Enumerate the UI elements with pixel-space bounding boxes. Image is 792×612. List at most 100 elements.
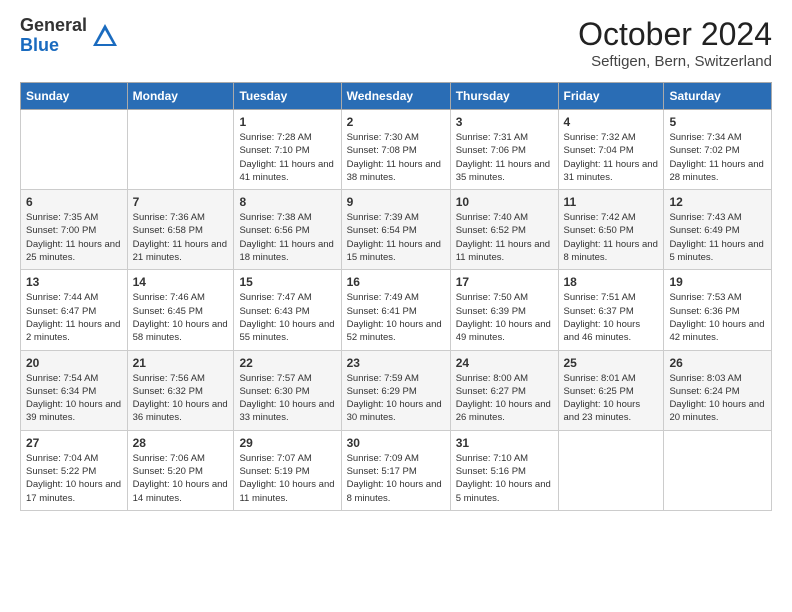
location: Seftigen, Bern, Switzerland: [578, 53, 772, 70]
calendar-page: General Blue October 2024 Seftigen, Bern…: [0, 0, 792, 527]
day-number: 1: [239, 115, 335, 129]
logo: General Blue: [20, 16, 119, 56]
calendar-cell: 29 Sunrise: 7:07 AM Sunset: 5:19 PM Dayli…: [234, 430, 341, 510]
cell-content: Sunrise: 7:28 AM Sunset: 7:10 PM Dayligh…: [239, 131, 335, 184]
day-number: 30: [347, 436, 445, 450]
cell-content: Sunrise: 7:07 AM Sunset: 5:19 PM Dayligh…: [239, 452, 335, 505]
day-number: 19: [669, 275, 766, 289]
day-number: 13: [26, 275, 122, 289]
day-number: 22: [239, 356, 335, 370]
cell-content: Sunrise: 7:59 AM Sunset: 6:29 PM Dayligh…: [347, 372, 445, 425]
col-thursday: Thursday: [450, 83, 558, 110]
cell-content: Sunrise: 7:57 AM Sunset: 6:30 PM Dayligh…: [239, 372, 335, 425]
calendar-cell: 3Sunrise: 7:31 AM Sunset: 7:06 PM Daylig…: [450, 110, 558, 190]
cell-content: Sunrise: 7:50 AM Sunset: 6:39 PM Dayligh…: [456, 291, 553, 344]
calendar-cell: 21Sunrise: 7:56 AM Sunset: 6:32 PM Dayli…: [127, 350, 234, 430]
day-number: 8: [239, 195, 335, 209]
day-number: 7: [133, 195, 229, 209]
day-number: 9: [347, 195, 445, 209]
calendar-cell: 9 Sunrise: 7:39 AM Sunset: 6:54 PM Daylig…: [341, 190, 450, 270]
day-number: 20: [26, 356, 122, 370]
logo-text: General Blue: [20, 16, 87, 56]
calendar-cell: 11 Sunrise: 7:42 AM Sunset: 6:50 PM Dayli…: [558, 190, 664, 270]
week-row-3: 13 Sunrise: 7:44 AM Sunset: 6:47 PM Dayli…: [21, 270, 772, 350]
cell-content: Sunrise: 7:54 AM Sunset: 6:34 PM Dayligh…: [26, 372, 122, 425]
col-sunday: Sunday: [21, 83, 128, 110]
calendar-cell: 10 Sunrise: 7:40 AM Sunset: 6:52 PM Dayli…: [450, 190, 558, 270]
cell-content: Sunrise: 7:40 AM Sunset: 6:52 PM Dayligh…: [456, 211, 553, 264]
calendar-cell: 25Sunrise: 8:01 AM Sunset: 6:25 PM Dayli…: [558, 350, 664, 430]
day-number: 18: [564, 275, 659, 289]
calendar-cell: [21, 110, 128, 190]
calendar-cell: 28Sunrise: 7:06 AM Sunset: 5:20 PM Dayli…: [127, 430, 234, 510]
day-number: 24: [456, 356, 553, 370]
day-number: 26: [669, 356, 766, 370]
day-number: 2: [347, 115, 445, 129]
calendar-cell: 5 Sunrise: 7:34 AM Sunset: 7:02 PM Daylig…: [664, 110, 772, 190]
calendar-cell: 15Sunrise: 7:47 AM Sunset: 6:43 PM Dayli…: [234, 270, 341, 350]
day-number: 28: [133, 436, 229, 450]
cell-content: Sunrise: 7:32 AM Sunset: 7:04 PM Dayligh…: [564, 131, 659, 184]
calendar-cell: 22 Sunrise: 7:57 AM Sunset: 6:30 PM Dayli…: [234, 350, 341, 430]
cell-content: Sunrise: 7:04 AM Sunset: 5:22 PM Dayligh…: [26, 452, 122, 505]
cell-content: Sunrise: 7:10 AM Sunset: 5:16 PM Dayligh…: [456, 452, 553, 505]
cell-content: Sunrise: 7:53 AM Sunset: 6:36 PM Dayligh…: [669, 291, 766, 344]
day-number: 3: [456, 115, 553, 129]
day-number: 11: [564, 195, 659, 209]
logo-general: General: [20, 16, 87, 36]
logo-blue: Blue: [20, 36, 87, 56]
calendar-cell: 30Sunrise: 7:09 AM Sunset: 5:17 PM Dayli…: [341, 430, 450, 510]
day-number: 25: [564, 356, 659, 370]
cell-content: Sunrise: 7:39 AM Sunset: 6:54 PM Dayligh…: [347, 211, 445, 264]
calendar-cell: 14 Sunrise: 7:46 AM Sunset: 6:45 PM Dayli…: [127, 270, 234, 350]
day-number: 21: [133, 356, 229, 370]
cell-content: Sunrise: 7:44 AM Sunset: 6:47 PM Dayligh…: [26, 291, 122, 344]
day-number: 14: [133, 275, 229, 289]
day-number: 10: [456, 195, 553, 209]
calendar-cell: 27 Sunrise: 7:04 AM Sunset: 5:22 PM Dayli…: [21, 430, 128, 510]
day-number: 6: [26, 195, 122, 209]
calendar-cell: 6Sunrise: 7:35 AM Sunset: 7:00 PM Daylig…: [21, 190, 128, 270]
calendar-cell: 7 Sunrise: 7:36 AM Sunset: 6:58 PM Daylig…: [127, 190, 234, 270]
calendar-header: Sunday Monday Tuesday Wednesday Thursday…: [21, 83, 772, 110]
day-number: 31: [456, 436, 553, 450]
day-number: 29: [239, 436, 335, 450]
week-row-4: 20 Sunrise: 7:54 AM Sunset: 6:34 PM Dayli…: [21, 350, 772, 430]
col-wednesday: Wednesday: [341, 83, 450, 110]
col-tuesday: Tuesday: [234, 83, 341, 110]
day-number: 15: [239, 275, 335, 289]
calendar-cell: 2 Sunrise: 7:30 AM Sunset: 7:08 PM Daylig…: [341, 110, 450, 190]
day-number: 5: [669, 115, 766, 129]
calendar-cell: 20 Sunrise: 7:54 AM Sunset: 6:34 PM Dayli…: [21, 350, 128, 430]
day-number: 4: [564, 115, 659, 129]
cell-content: Sunrise: 7:34 AM Sunset: 7:02 PM Dayligh…: [669, 131, 766, 184]
cell-content: Sunrise: 7:43 AM Sunset: 6:49 PM Dayligh…: [669, 211, 766, 264]
cell-content: Sunrise: 7:30 AM Sunset: 7:08 PM Dayligh…: [347, 131, 445, 184]
cell-content: Sunrise: 7:46 AM Sunset: 6:45 PM Dayligh…: [133, 291, 229, 344]
cell-content: Sunrise: 7:51 AM Sunset: 6:37 PM Dayligh…: [564, 291, 659, 344]
day-number: 17: [456, 275, 553, 289]
day-number: 27: [26, 436, 122, 450]
header-row: Sunday Monday Tuesday Wednesday Thursday…: [21, 83, 772, 110]
calendar-cell: 12Sunrise: 7:43 AM Sunset: 6:49 PM Dayli…: [664, 190, 772, 270]
calendar-cell: 18 Sunrise: 7:51 AM Sunset: 6:37 PM Dayli…: [558, 270, 664, 350]
cell-content: Sunrise: 7:49 AM Sunset: 6:41 PM Dayligh…: [347, 291, 445, 344]
month-title: October 2024: [578, 16, 772, 53]
week-row-5: 27 Sunrise: 7:04 AM Sunset: 5:22 PM Dayli…: [21, 430, 772, 510]
calendar-cell: 23 Sunrise: 7:59 AM Sunset: 6:29 PM Dayli…: [341, 350, 450, 430]
day-number: 23: [347, 356, 445, 370]
calendar-body: 1 Sunrise: 7:28 AM Sunset: 7:10 PM Daylig…: [21, 110, 772, 511]
week-row-1: 1 Sunrise: 7:28 AM Sunset: 7:10 PM Daylig…: [21, 110, 772, 190]
col-monday: Monday: [127, 83, 234, 110]
calendar-cell: [127, 110, 234, 190]
calendar-cell: 24Sunrise: 8:00 AM Sunset: 6:27 PM Dayli…: [450, 350, 558, 430]
cell-content: Sunrise: 7:36 AM Sunset: 6:58 PM Dayligh…: [133, 211, 229, 264]
cell-content: Sunrise: 7:42 AM Sunset: 6:50 PM Dayligh…: [564, 211, 659, 264]
col-friday: Friday: [558, 83, 664, 110]
calendar-cell: 13 Sunrise: 7:44 AM Sunset: 6:47 PM Dayli…: [21, 270, 128, 350]
header: General Blue October 2024 Seftigen, Bern…: [20, 16, 772, 70]
calendar-cell: 26Sunrise: 8:03 AM Sunset: 6:24 PM Dayli…: [664, 350, 772, 430]
calendar-cell: 17 Sunrise: 7:50 AM Sunset: 6:39 PM Dayli…: [450, 270, 558, 350]
calendar-cell: 16Sunrise: 7:49 AM Sunset: 6:41 PM Dayli…: [341, 270, 450, 350]
calendar-cell: 31 Sunrise: 7:10 AM Sunset: 5:16 PM Dayli…: [450, 430, 558, 510]
